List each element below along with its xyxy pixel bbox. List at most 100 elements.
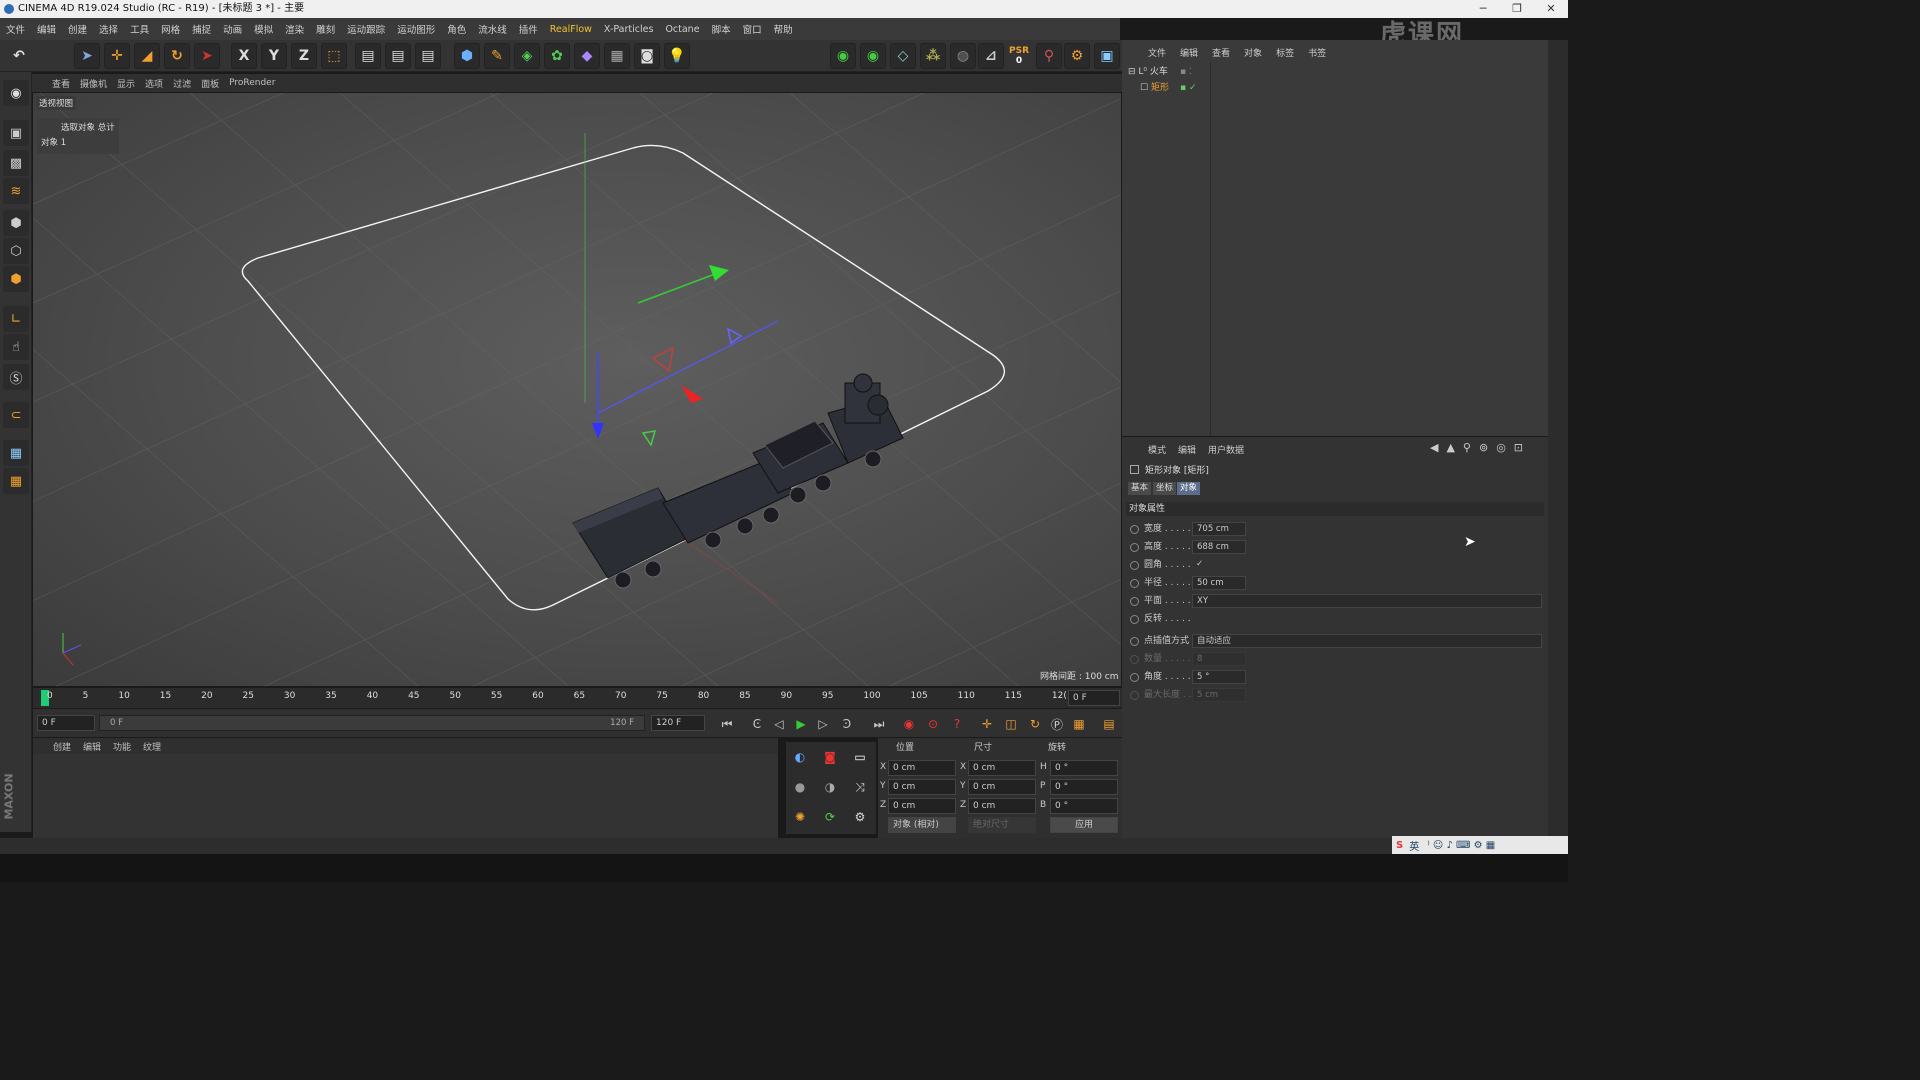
visibility-dots-train[interactable]: ▪ ⁚ [1180,65,1192,79]
property-dropdown[interactable]: 自动适应 [1192,634,1542,648]
timeline-window-icon[interactable]: ▤ [1099,715,1119,733]
shuffle-icon[interactable]: ⤨ [850,778,870,796]
snap-icon[interactable]: ⊂ [3,402,29,428]
animate-radio[interactable] [1130,636,1139,646]
obj-menu-view[interactable]: 查看 [1212,46,1230,59]
undo-icon[interactable]: ↶ [6,43,32,69]
obj-menu-file[interactable]: 文件 [1148,46,1166,59]
workplane-lock-icon[interactable]: ▦ [3,468,29,494]
size-field[interactable]: 0 cm [968,760,1036,776]
size-mode-dropdown[interactable]: 绝对尺寸 [968,817,1036,833]
axis-icon[interactable]: ⚙ [1064,43,1090,69]
next-key-icon[interactable]: Ͽ [837,715,857,733]
toggle-view-icon[interactable]: ◐ [790,748,810,766]
menu-sculpt[interactable]: 雕刻 [316,22,335,36]
particles-icon[interactable]: ⁂ [920,43,946,69]
menu-character[interactable]: 角色 [447,22,466,36]
go-to-start-icon[interactable]: ⏮ [717,715,737,733]
lighting-icon[interactable]: ◑ [820,778,840,796]
make-editable-icon[interactable]: ◉ [3,80,29,106]
frame-icon[interactable]: ▭ [850,748,870,766]
position-field[interactable]: 0 cm [888,760,956,776]
object-row-rectangle[interactable]: ☐ 矩形 [1140,81,1169,95]
record-icon[interactable]: ◙ [820,748,840,766]
sphere-icon[interactable]: ◍ [950,43,976,69]
menu-simulate[interactable]: 模拟 [254,22,273,36]
octane-settings-icon[interactable]: ◉ [860,43,886,69]
property-field[interactable]: 705 cm [1192,522,1246,536]
model-mode-icon[interactable]: ▣ [3,120,29,146]
property-checkbox[interactable]: ✓ [1192,558,1204,572]
emitter-icon[interactable]: ⊿ [978,43,1004,69]
property-field[interactable]: 688 cm [1192,540,1246,554]
attr-menu-edit[interactable]: 编辑 [1178,443,1196,456]
menu-file[interactable]: 文件 [6,22,25,36]
attr-menu-mode[interactable]: 模式 [1148,443,1166,456]
menu-pipeline[interactable]: 流水线 [478,22,507,36]
ime-toolbar[interactable]: S 英 ⁾ ☺ ♪ ⌨ ⚙ ▦ [1392,836,1568,854]
menu-octane[interactable]: Octane [665,24,699,35]
animate-radio[interactable] [1130,542,1139,552]
vp-menu-view[interactable]: 查看 [52,77,70,90]
tab-coordinates[interactable]: 坐标 [1153,482,1177,495]
keyframe-selection-icon[interactable]: ? [947,715,967,733]
vp-menu-panel[interactable]: 面板 [201,77,219,90]
rotation-field[interactable]: 0 ° [1050,798,1118,814]
animate-radio[interactable] [1130,578,1139,588]
previous-key-icon[interactable]: Ͼ [747,715,767,733]
current-frame-field[interactable]: 0 F [1068,690,1120,706]
menu-mograph[interactable]: 运动图形 [397,22,435,36]
scale-icon[interactable]: ◢ [134,43,160,69]
attr-nav-icons[interactable]: ◀▲⚲⊚◎⊡ [1430,441,1531,454]
menu-snap[interactable]: 捕捉 [192,22,211,36]
tweak-mode-icon[interactable]: ☝ [3,334,29,360]
mat-menu-create[interactable]: 创建 [53,740,71,753]
close-button[interactable]: ✕ [1534,0,1568,18]
animate-radio[interactable] [1130,596,1139,606]
frame-range-slider[interactable]: 0 F 120 F [99,715,645,731]
sogou-ime-icon[interactable]: S [1396,840,1403,851]
obj-menu-edit[interactable]: 编辑 [1180,46,1198,59]
key-rotation-icon[interactable]: ↻ [1025,715,1045,733]
object-manager-divider[interactable] [1210,62,1211,436]
size-field[interactable]: 0 cm [968,798,1036,814]
coord-mode-dropdown[interactable]: 对象 (相对) [888,817,956,833]
axis-mode-icon[interactable]: ∟ [3,306,29,332]
mat-menu-texture[interactable]: 纹理 [143,740,161,753]
octane-material-icon[interactable]: ◇ [890,43,916,69]
property-field[interactable]: 5 cm [1192,688,1246,702]
edges-mode-icon[interactable]: ⬡ [3,238,29,264]
object-row-train[interactable]: ⊟ L⁰ 火车 [1128,65,1168,79]
select-arrow-icon[interactable]: ➤ [74,43,100,69]
rotation-field[interactable]: 0 ° [1050,760,1118,776]
cloner-icon[interactable]: ✿ [544,43,570,69]
vp-menu-filter[interactable]: 过滤 [173,77,191,90]
end-frame-field[interactable]: 120 F [651,715,705,731]
menu-motion-tracker[interactable]: 运动跟踪 [347,22,385,36]
autokey-icon[interactable]: ⊙ [923,715,943,733]
grid-lock-icon[interactable]: ▦ [3,440,29,466]
obj-menu-objects[interactable]: 对象 [1244,46,1262,59]
vp-menu-camera[interactable]: 摄像机 [80,77,107,90]
next-frame-icon[interactable]: ▷ [813,715,833,733]
menu-realflow[interactable]: RealFlow [550,24,592,35]
mat-menu-edit[interactable]: 编辑 [83,740,101,753]
play-icon[interactable]: ▶ [791,715,811,733]
menu-render[interactable]: 渲染 [285,22,304,36]
property-checkbox[interactable] [1192,612,1204,626]
position-field[interactable]: 0 cm [888,798,956,814]
coordinate-system-icon[interactable]: ⬚ [321,43,347,69]
record-keys-icon[interactable]: ◉ [899,715,919,733]
tab-basic[interactable]: 基本 [1128,482,1152,495]
attr-menu-userdata[interactable]: 用户数据 [1208,443,1244,456]
position-field[interactable]: 0 cm [888,779,956,795]
z-axis-lock-icon[interactable]: Z [291,43,317,69]
perspective-viewport[interactable] [33,93,1121,686]
menu-tools[interactable]: 工具 [130,22,149,36]
timeline-ruler[interactable]: 0 5 10 15 20 25 30 35 40 45 50 55 60 65 70 75 80 85 90 95 10… [33,688,1123,708]
rotate-icon[interactable]: ↻ [164,43,190,69]
menu-animate[interactable]: 动画 [223,22,242,36]
floor-icon[interactable]: ▦ [604,43,630,69]
animate-radio[interactable] [1130,560,1139,570]
menu-help[interactable]: 帮助 [774,22,793,36]
